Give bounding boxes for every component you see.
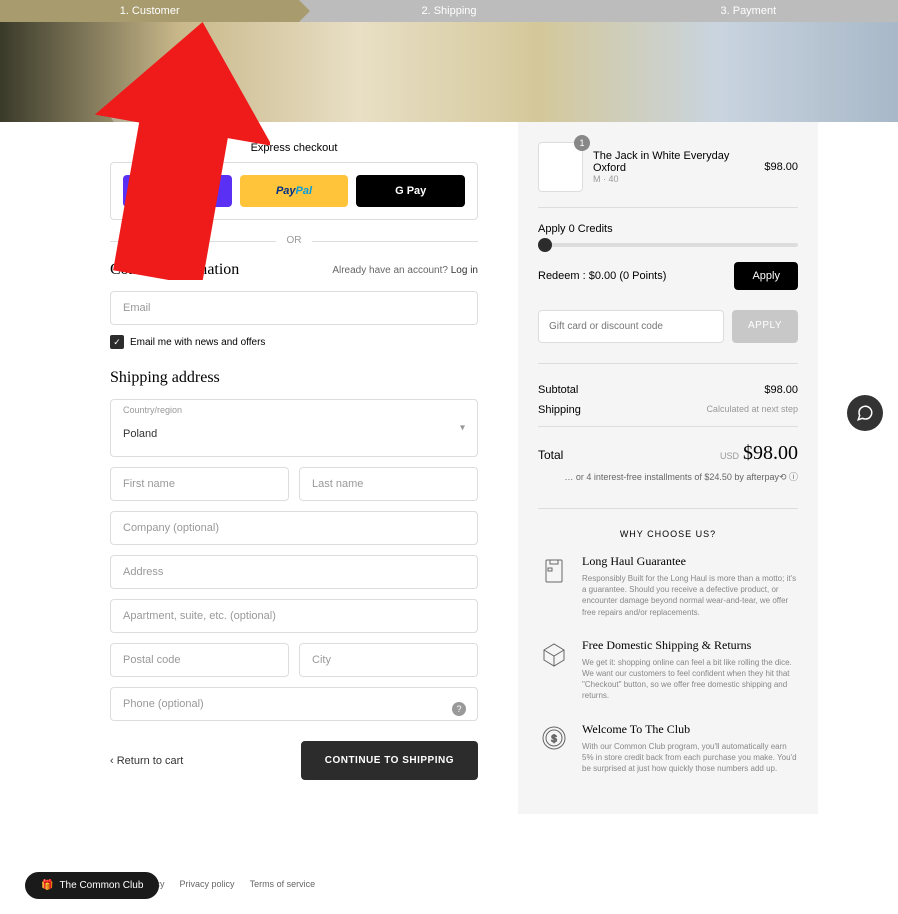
chat-button[interactable] [847,395,883,431]
benefit-shipping: Free Domestic Shipping & Returns We get … [538,638,798,702]
quantity-badge: 1 [574,135,590,151]
last-name-field[interactable] [299,467,478,501]
credits-slider[interactable] [538,243,798,247]
benefit-title: Free Domestic Shipping & Returns [582,638,798,653]
company-field[interactable] [110,511,478,545]
product-thumbnail: 1 [538,142,583,192]
benefit-desc: We get it: shopping online can feel a bi… [582,657,798,702]
help-icon[interactable]: ? [452,702,466,716]
google-pay-button[interactable]: G Pay [356,175,465,207]
product-variant: M · 40 [593,174,754,184]
express-checkout-label: Express checkout [110,142,478,154]
benefit-club: $ Welcome To The Club With our Common Cl… [538,722,798,775]
news-checkbox-label: Email me with news and offers [130,337,265,348]
apply-promo-button[interactable]: APPLY [732,310,798,343]
checkout-form-column: Express checkout shop Pay PayPal G Pay O… [110,122,478,814]
afterpay-text: … or 4 interest-free installments of $24… [538,470,798,483]
total-label: Total [538,448,563,462]
header-banner: ts [0,22,898,122]
product-name: The Jack in White Everyday Oxford [593,150,754,174]
shipping-value: Calculated at next step [706,404,798,416]
subtotal-label: Subtotal [538,384,578,396]
svg-text:$: $ [551,734,557,745]
paypal-button[interactable]: PayPal [240,175,349,207]
shop-pay-button[interactable]: shop Pay [123,175,232,207]
slider-thumb[interactable] [538,238,552,252]
login-link[interactable]: Log in [451,265,478,276]
email-field[interactable] [110,291,478,325]
checkout-progress: 1. Customer 2. Shipping 3. Payment [0,0,898,22]
privacy-policy-link[interactable]: Privacy policy [180,879,235,889]
cart-item: 1 The Jack in White Everyday Oxford M · … [538,142,798,208]
shirt-icon [538,554,570,586]
continue-button[interactable]: CONTINUE TO SHIPPING [301,741,478,780]
apply-credits-button[interactable]: Apply [734,262,798,290]
coin-icon: $ [538,722,570,754]
benefit-title: Long Haul Guarantee [582,554,798,569]
box-icon [538,638,570,670]
terms-link[interactable]: Terms of service [250,879,316,889]
total-value: $98.00 [743,442,798,464]
total-currency: USD [720,451,739,461]
city-field[interactable] [299,643,478,677]
address-field[interactable] [110,555,478,589]
subtotal-value: $98.00 [764,384,798,396]
country-value: Poland [123,410,465,446]
progress-step-customer[interactable]: 1. Customer [0,0,299,22]
gift-icon: 🎁 [41,880,53,891]
postal-code-field[interactable] [110,643,289,677]
chevron-down-icon: ▾ [460,423,465,434]
country-label: Country/region [123,405,182,415]
return-to-cart-link[interactable]: ‹ Return to cart [110,755,183,767]
product-price: $98.00 [764,161,798,173]
chat-icon [856,404,874,422]
or-divider: OR [110,235,478,246]
apartment-field[interactable] [110,599,478,633]
brand-logo[interactable]: ts [110,97,140,122]
news-checkbox[interactable]: ✓ [110,335,124,349]
phone-field[interactable] [110,687,478,721]
order-summary-column: 1 The Jack in White Everyday Oxford M · … [518,122,818,814]
country-select[interactable]: Country/region Poland ▾ [110,399,478,457]
credits-label: Apply 0 Credits [538,223,798,235]
shipping-label: Shipping [538,404,581,416]
benefit-desc: With our Common Club program, you'll aut… [582,741,798,775]
progress-step-payment[interactable]: 3. Payment [599,0,898,22]
common-club-widget[interactable]: 🎁 The Common Club [25,872,159,899]
why-choose-us-heading: WHY CHOOSE US? [538,508,798,539]
contact-heading: Contact information [110,261,239,279]
redeem-text: Redeem : $0.00 (0 Points) [538,270,666,282]
progress-step-shipping[interactable]: 2. Shipping [299,0,598,22]
express-checkout-box: shop Pay PayPal G Pay [110,162,478,220]
login-prompt: Already have an account? Log in [332,265,478,276]
benefit-desc: Responsibly Built for the Long Haul is m… [582,573,798,618]
first-name-field[interactable] [110,467,289,501]
benefit-guarantee: Long Haul Guarantee Responsibly Built fo… [538,554,798,618]
promo-code-input[interactable] [538,310,724,343]
benefit-title: Welcome To The Club [582,722,798,737]
shipping-heading: Shipping address [110,369,478,387]
